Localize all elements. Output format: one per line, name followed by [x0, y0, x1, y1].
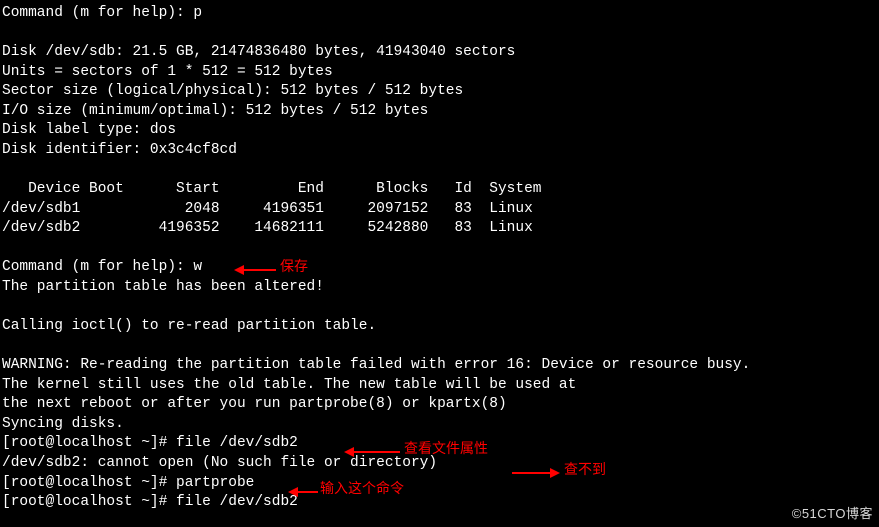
blank-line: [2, 161, 877, 181]
label-type-line: Disk label type: dos: [2, 121, 877, 141]
identifier-line: Disk identifier: 0x3c4cf8cd: [2, 141, 877, 161]
partition-row-1: /dev/sdb1 2048 4196351 2097152 83 Linux: [2, 200, 877, 220]
cannot-open-msg: /dev/sdb2: cannot open (No such file or …: [2, 454, 877, 474]
warning-line-1: WARNING: Re-reading the partition table …: [2, 356, 877, 376]
table-altered-msg: The partition table has been altered!: [2, 278, 877, 298]
syncing-disks: Syncing disks.: [2, 415, 877, 435]
partition-row-2: /dev/sdb2 4196352 14682111 5242880 83 Li…: [2, 219, 877, 239]
blank-line: [2, 239, 877, 259]
disk-size-line: Disk /dev/sdb: 21.5 GB, 21474836480 byte…: [2, 43, 877, 63]
shell-file-cmd-1[interactable]: [root@localhost ~]# file /dev/sdb2: [2, 434, 877, 454]
shell-file-cmd-2[interactable]: [root@localhost ~]# file /dev/sdb2: [2, 493, 877, 513]
ioctl-msg: Calling ioctl() to re-read partition tab…: [2, 317, 877, 337]
blank-line: [2, 297, 877, 317]
blank-line: [2, 24, 877, 44]
io-size-line: I/O size (minimum/optimal): 512 bytes / …: [2, 102, 877, 122]
warning-line-2: The kernel still uses the old table. The…: [2, 376, 877, 396]
shell-partprobe-cmd[interactable]: [root@localhost ~]# partprobe: [2, 474, 877, 494]
partition-table-header: Device Boot Start End Blocks Id System: [2, 180, 877, 200]
units-line: Units = sectors of 1 * 512 = 512 bytes: [2, 63, 877, 83]
watermark: ©51CTO博客: [792, 505, 873, 523]
fdisk-command-w: Command (m for help): w: [2, 258, 877, 278]
warning-line-3: the next reboot or after you run partpro…: [2, 395, 877, 415]
blank-line: [2, 337, 877, 357]
fdisk-command-p: Command (m for help): p: [2, 4, 877, 24]
sector-size-line: Sector size (logical/physical): 512 byte…: [2, 82, 877, 102]
